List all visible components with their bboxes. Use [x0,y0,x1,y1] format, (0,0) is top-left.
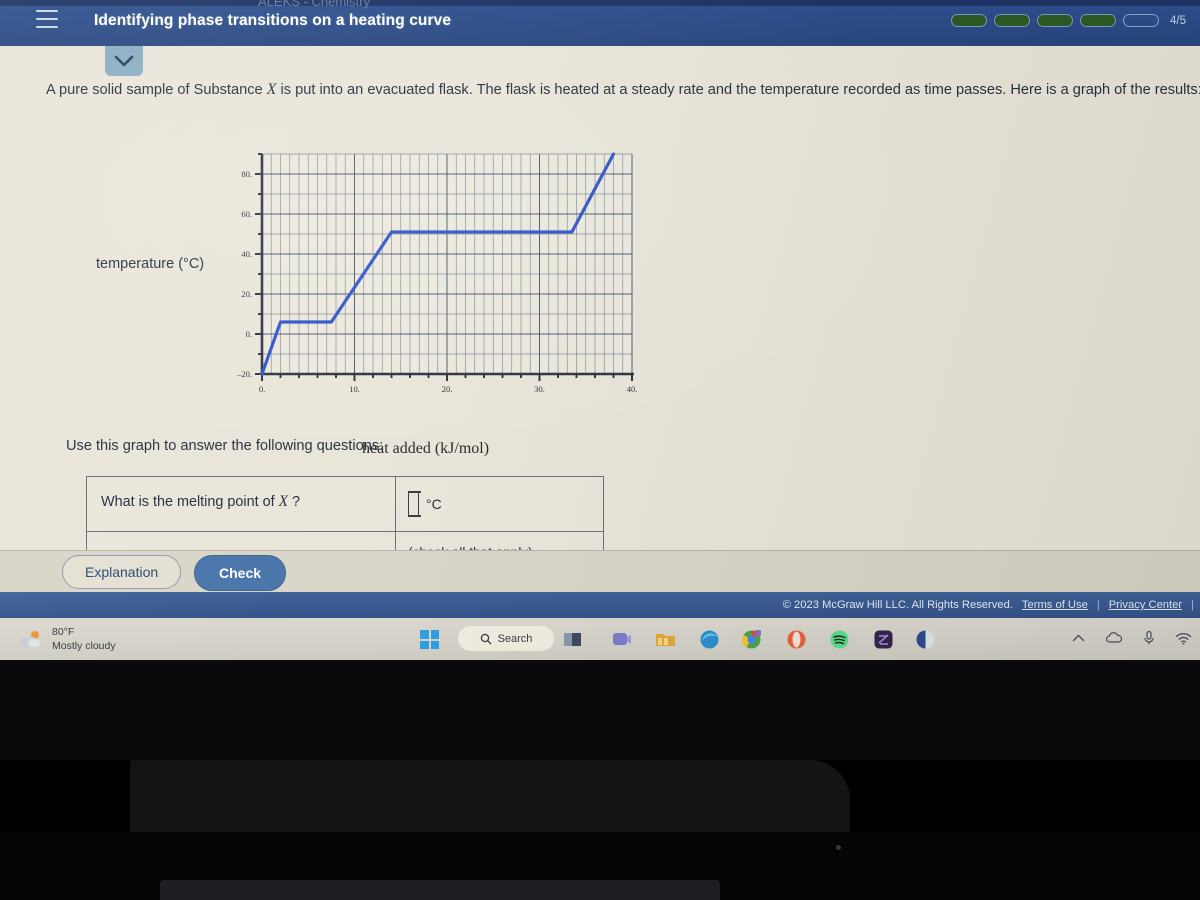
wifi-icon[interactable] [1175,632,1192,645]
weather-description: Mostly cloudy [52,640,116,653]
page-title: Identifying phase transitions on a heati… [94,12,452,29]
terms-of-use-link[interactable]: Terms of Use [1022,599,1088,611]
svg-text:30.: 30. [534,384,545,394]
footer-separator: | [1191,599,1194,611]
svg-text:20.: 20. [241,289,252,299]
question-text-b: ? [288,494,301,510]
hamburger-menu-icon[interactable] [36,10,58,28]
notes-icon[interactable] [872,628,895,651]
explanation-button[interactable]: Explanation [62,555,182,589]
taskbar-weather-widget[interactable]: 80°F Mostly cloudy [18,625,116,653]
progress-segment [1080,14,1116,27]
onedrive-cloud-icon[interactable] [1105,632,1123,644]
action-button-bar: Explanation Check [0,550,1200,592]
monitor-bezel [0,660,1200,760]
desk-speck [836,845,841,850]
chrome-icon[interactable] [740,628,763,651]
weather-temperature: 80°F [52,626,75,638]
chart-plot-area: 0. 10. 20. 30. 40. –20. 0. 20. 40. 60. 80. [236,152,638,394]
partly-cloudy-icon [20,631,40,648]
question-variable: X [278,493,289,510]
prompt-text-a: A pure solid sample of Substance [46,82,267,98]
progress-segment [1123,14,1159,27]
content-sheet: A pure solid sample of Substance X is pu… [0,46,1200,567]
search-icon [480,633,492,644]
copyright-text: © 2023 McGraw Hill LLC. All Rights Reser… [782,599,1013,611]
windows-logo-icon[interactable] [420,630,439,649]
progress-segment [994,14,1030,27]
check-button[interactable]: Check [194,555,287,591]
microphone-icon[interactable] [1143,630,1155,646]
svg-text:40.: 40. [241,249,252,259]
progress-segment [1037,14,1073,27]
monitor-stand [130,760,850,832]
answer-unit-label: °C [426,496,442,512]
answer-cell[interactable]: °C [395,477,603,531]
edge-icon[interactable] [698,628,721,651]
svg-text:40.: 40. [627,384,638,394]
heating-curve-chart: temperature (°C) heat added (kJ/mol) 0. 1… [0,142,700,472]
page-footer: © 2023 McGraw Hill LLC. All Rights Reser… [0,592,1200,618]
question-prompt: A pure solid sample of Substance X is pu… [46,78,1200,102]
progress-indicator: 4/5 [951,14,1186,27]
browser-tab-title: ALEKS - Chemistry [258,0,370,9]
svg-text:0.: 0. [259,384,265,394]
question-cell: What is the melting point of X ? [87,477,395,531]
footer-separator: | [1096,599,1100,611]
svg-text:20.: 20. [442,384,453,394]
windows-taskbar: 80°F Mostly cloudy Search [0,618,1200,660]
chart-y-axis-label: temperature (°C) [96,256,205,272]
melting-point-input[interactable] [408,491,421,517]
svg-text:–20.: –20. [236,369,252,379]
search-input[interactable]: Search [458,626,554,651]
progress-label: 4/5 [1170,14,1186,27]
keyboard [160,880,720,900]
file-explorer-icon[interactable] [561,628,584,651]
privacy-center-link[interactable]: Privacy Center [1109,599,1182,611]
svg-text:60.: 60. [241,209,252,219]
search-label: Search [497,632,533,645]
browser-chrome-strip [0,0,1200,6]
spotify-icon[interactable] [828,628,851,651]
substance-variable: X [266,81,277,98]
instruction-text: Use this graph to answer the following q… [66,438,384,454]
teams-icon[interactable] [610,628,633,651]
question-text-a: What is the melting point of [101,494,279,510]
chevron-down-icon[interactable] [105,46,143,76]
progress-segment [951,14,987,27]
weather-text: 80°F Mostly cloudy [52,625,116,653]
svg-text:10.: 10. [349,384,360,394]
svg-text:0.: 0. [246,329,252,339]
app-icon[interactable] [914,628,937,651]
folder-icon[interactable] [654,628,677,651]
monitor-screen: ALEKS - Chemistry Identifying phase tran… [0,0,1200,660]
prompt-text-b: is put into an evacuated flask. The flas… [276,82,1200,98]
opera-icon[interactable] [785,628,808,651]
table-row: What is the melting point of X ? °C [87,477,603,531]
svg-text:80.: 80. [241,169,252,179]
app-header: ALEKS - Chemistry Identifying phase tran… [0,0,1200,46]
chevron-up-icon[interactable] [1072,633,1085,643]
system-tray [1072,630,1192,646]
